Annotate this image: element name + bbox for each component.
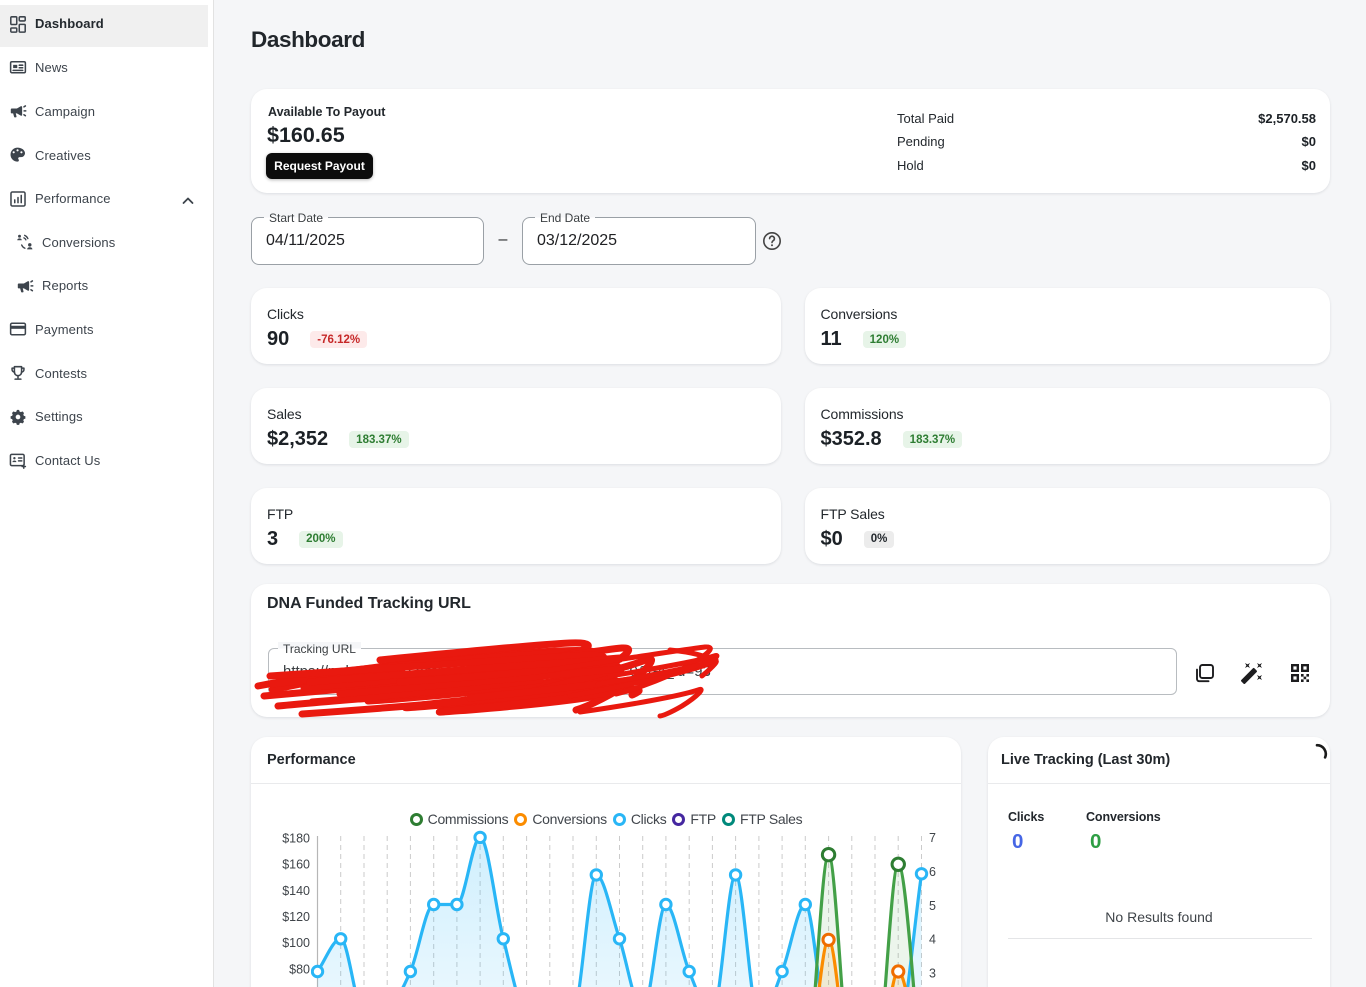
svg-text:4: 4 xyxy=(929,933,936,947)
svg-text:$120: $120 xyxy=(282,910,310,924)
svg-text:5: 5 xyxy=(929,899,936,913)
svg-text:3: 3 xyxy=(929,967,936,981)
svg-text:6: 6 xyxy=(929,865,936,879)
svg-text:$180: $180 xyxy=(282,831,310,845)
svg-text:$100: $100 xyxy=(282,936,310,950)
svg-text:$140: $140 xyxy=(282,884,310,898)
svg-text:7: 7 xyxy=(929,831,936,845)
svg-text:$80: $80 xyxy=(289,962,310,976)
svg-text:$160: $160 xyxy=(282,858,310,872)
